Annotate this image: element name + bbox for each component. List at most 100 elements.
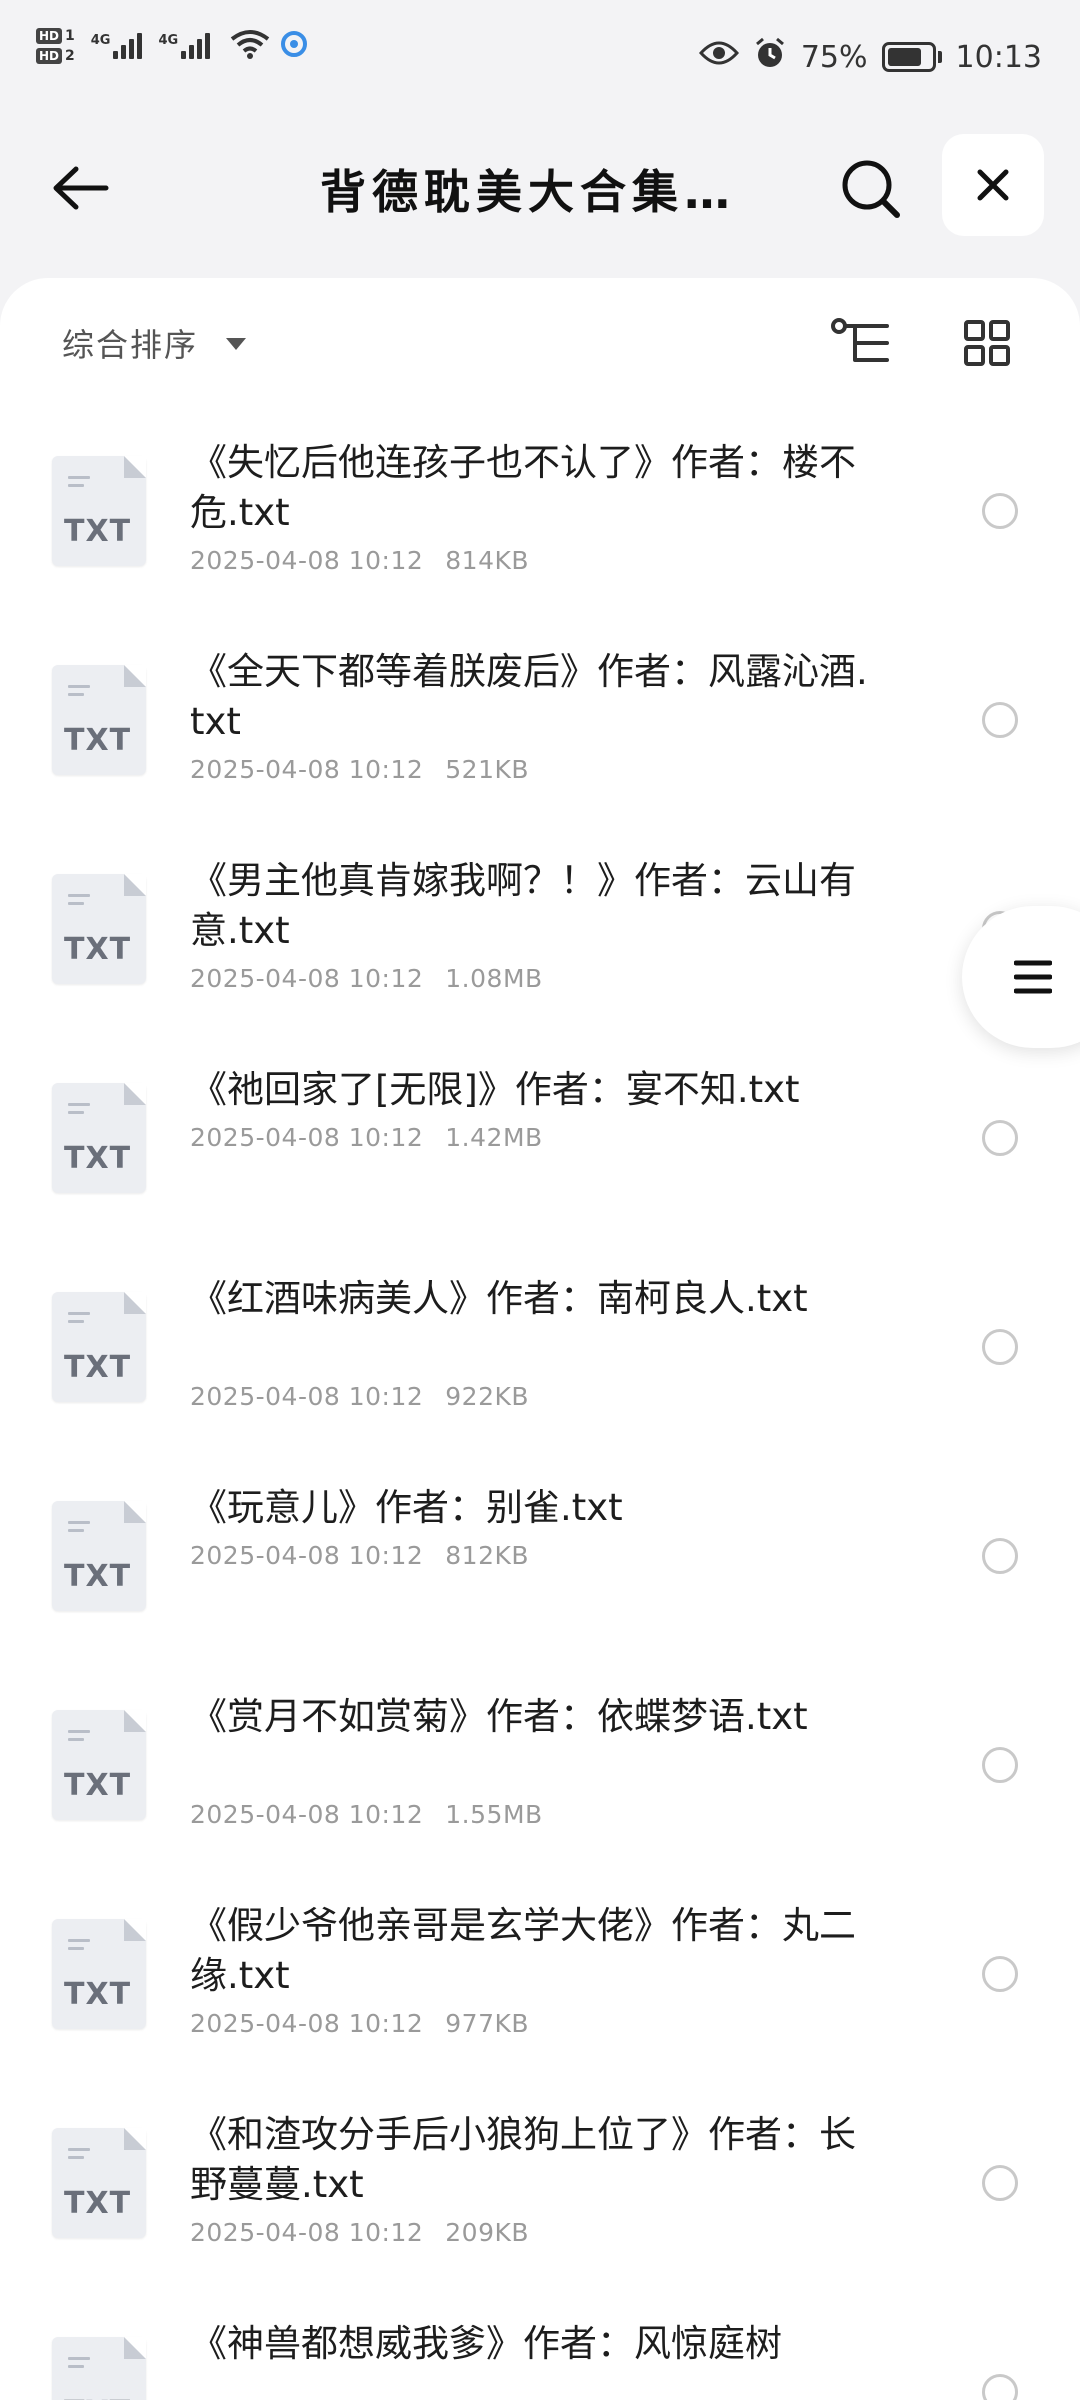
txt-file-icon: TXT — [52, 2128, 146, 2238]
alarm-icon — [753, 36, 787, 78]
chevron-down-icon[interactable] — [226, 338, 246, 350]
file-row[interactable]: TXT 《神兽都想威我爹》作者：风惊庭树 — [0, 2289, 1080, 2400]
hd1-badge: HD 1 — [36, 28, 75, 44]
txt-file-icon: TXT — [52, 456, 146, 566]
file-date: 2025-04-08 10:12 — [190, 1541, 424, 1570]
page-title: 背德耽美大合集… — [320, 165, 736, 219]
search-icon — [842, 160, 900, 218]
signal-icon: 4G — [91, 33, 143, 59]
file-name: 《全天下都等着朕废后》作者：风露沁酒.txt — [190, 650, 868, 743]
file-row[interactable]: TXT 《祂回家了[无限]》作者：宴不知.txt 2025-04-08 10:12 1… — [0, 1035, 1080, 1244]
file-browser-screen: HD 1 HD 2 4G 4G 75% 10:13 背德耽美大合集… 综合排序 … — [0, 0, 1080, 2400]
file-row[interactable]: TXT 《玩意儿》作者：别雀.txt 2025-04-08 10:12 812KB — [0, 1453, 1080, 1662]
file-name: 《和渣攻分手后小狼狗上位了》作者：长野蔓蔓.txt — [190, 2113, 856, 2206]
sort-toolbar: 综合排序 — [0, 278, 1080, 408]
txt-file-icon: TXT — [52, 2337, 146, 2400]
file-size: 209KB — [445, 2218, 530, 2247]
txt-file-icon: TXT — [52, 874, 146, 984]
file-size: 1.08MB — [445, 964, 543, 993]
file-name: 《假少爷他亲哥是玄学大佬》作者：丸二缘.txt — [190, 1904, 856, 1997]
select-radio[interactable] — [982, 2165, 1018, 2201]
app-notification-icon — [280, 30, 308, 62]
select-radio[interactable] — [982, 1747, 1018, 1783]
close-icon — [977, 169, 1009, 201]
file-list: TXT 《失忆后他连孩子也不认了》作者：楼不危.txt 2025-04-08 10:… — [0, 408, 1080, 2400]
select-radio[interactable] — [982, 1538, 1018, 1574]
file-row[interactable]: TXT 《男主他真肯嫁我啊？！》作者：云山有意.txt 2025-04-08 10:… — [0, 826, 1080, 1035]
file-name: 《祂回家了[无限]》作者：宴不知.txt — [190, 1068, 800, 1111]
file-date: 2025-04-08 10:12 — [190, 1382, 424, 1411]
file-ext-label: TXT — [64, 2395, 131, 2400]
arrow-left-icon — [53, 166, 109, 210]
file-size: 521KB — [445, 755, 530, 784]
file-size: 1.55MB — [445, 1800, 543, 1829]
select-radio[interactable] — [982, 2374, 1018, 2400]
tree-view-button[interactable] — [826, 308, 896, 378]
back-button[interactable] — [40, 148, 120, 228]
file-date: 2025-04-08 10:12 — [190, 1800, 424, 1829]
file-ext-label: TXT — [64, 1350, 132, 1385]
txt-file-icon: TXT — [52, 1710, 146, 1820]
file-row[interactable]: TXT 《失忆后他连孩子也不认了》作者：楼不危.txt 2025-04-08 10:… — [0, 408, 1080, 617]
select-radio[interactable] — [982, 1120, 1018, 1156]
signal-icon-2: 4G — [158, 33, 211, 59]
grid-view-icon — [964, 320, 1010, 366]
file-name: 《神兽都想威我爹》作者：风惊庭树 — [190, 2322, 782, 2365]
file-size: 922KB — [445, 1382, 530, 1411]
sort-dropdown[interactable]: 综合排序 — [62, 320, 198, 366]
txt-file-icon: TXT — [52, 1919, 146, 2029]
file-meta: 2025-04-08 10:12 814KB — [190, 546, 529, 575]
select-radio[interactable] — [982, 1329, 1018, 1365]
file-row[interactable]: TXT 《假少爷他亲哥是玄学大佬》作者：丸二缘.txt 2025-04-08 10:… — [0, 1871, 1080, 2080]
file-name: 《玩意儿》作者：别雀.txt — [190, 1486, 623, 1529]
hd2-badge: HD 2 — [36, 48, 75, 64]
header-bar: 背德耽美大合集… — [0, 118, 1080, 278]
select-radio[interactable] — [982, 702, 1018, 738]
close-button[interactable] — [942, 134, 1044, 236]
file-row[interactable]: TXT 《全天下都等着朕废后》作者：风露沁酒.txt 2025-04-08 10:1… — [0, 617, 1080, 826]
file-meta: 2025-04-08 10:12 1.55MB — [190, 1800, 543, 1829]
tree-view-icon — [831, 318, 889, 362]
file-ext-label: TXT — [64, 1141, 132, 1176]
wifi-icon — [230, 29, 270, 63]
status-bar: HD 1 HD 2 4G 4G 75% 10:13 — [0, 0, 1080, 118]
txt-file-icon: TXT — [52, 1292, 146, 1402]
file-ext-label: TXT — [64, 1559, 132, 1594]
file-date: 2025-04-08 10:12 — [190, 964, 424, 993]
file-name: 《男主他真肯嫁我啊？！》作者：云山有意.txt — [190, 859, 856, 952]
search-button[interactable] — [830, 148, 910, 228]
file-ext-label: TXT — [64, 1977, 132, 2012]
file-meta: 2025-04-08 10:12 812KB — [190, 1541, 529, 1570]
file-ext-label: TXT — [64, 1768, 132, 1803]
file-date: 2025-04-08 10:12 — [190, 1123, 424, 1152]
file-ext-label: TXT — [64, 723, 132, 758]
battery-percent: 75% — [800, 39, 868, 75]
file-meta: 2025-04-08 10:12 922KB — [190, 1382, 529, 1411]
battery-icon — [881, 42, 942, 72]
hd-indicators: HD 1 HD 2 — [36, 28, 75, 64]
menu-icon — [1014, 960, 1052, 994]
file-date: 2025-04-08 10:12 — [190, 546, 424, 575]
clock-time: 10:13 — [955, 39, 1042, 75]
txt-file-icon: TXT — [52, 1501, 146, 1611]
file-size: 814KB — [445, 546, 530, 575]
eye-icon — [698, 39, 739, 75]
file-list-panel: 综合排序 TXT 《失忆后他连孩子也不认了》作者：楼不危.txt 2025-04-0… — [0, 278, 1080, 2400]
file-meta: 2025-04-08 10:12 977KB — [190, 2009, 529, 2038]
txt-file-icon: TXT — [52, 1083, 146, 1193]
status-left: HD 1 HD 2 4G 4G — [36, 28, 308, 64]
file-row[interactable]: TXT 《红酒味病美人》作者：南柯良人.txt 2025-04-08 10:12 92… — [0, 1244, 1080, 1453]
file-row[interactable]: TXT 《和渣攻分手后小狼狗上位了》作者：长野蔓蔓.txt 2025-04-08 1… — [0, 2080, 1080, 2289]
file-meta: 2025-04-08 10:12 209KB — [190, 2218, 529, 2247]
file-size: 977KB — [445, 2009, 530, 2038]
file-row[interactable]: TXT 《赏月不如赏菊》作者：依蝶梦语.txt 2025-04-08 10:12 1.… — [0, 1662, 1080, 1871]
select-radio[interactable] — [982, 493, 1018, 529]
select-radio[interactable] — [982, 1956, 1018, 1992]
file-date: 2025-04-08 10:12 — [190, 2218, 424, 2247]
grid-view-button[interactable] — [952, 308, 1022, 378]
file-ext-label: TXT — [64, 514, 132, 549]
file-date: 2025-04-08 10:12 — [190, 2009, 424, 2038]
file-meta: 2025-04-08 10:12 521KB — [190, 755, 529, 784]
status-right: 75% 10:13 — [698, 36, 1042, 78]
file-size: 812KB — [445, 1541, 530, 1570]
